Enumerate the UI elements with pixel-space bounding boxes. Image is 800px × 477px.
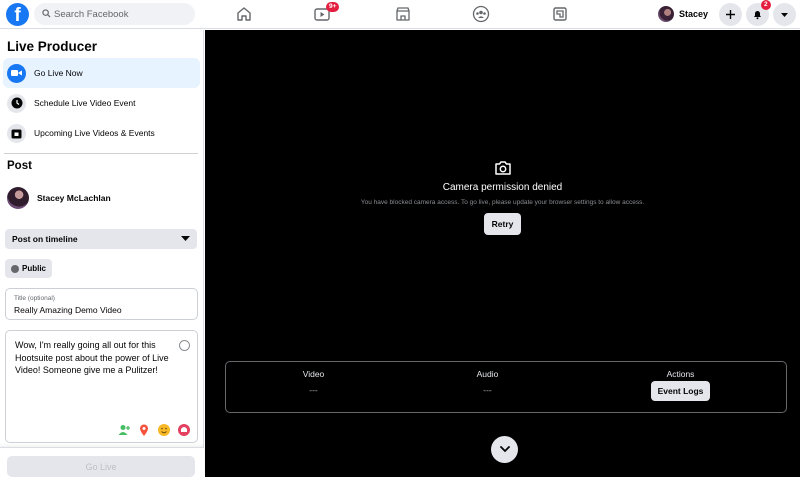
location-pin-icon[interactable] (137, 423, 151, 437)
audio-stat-label: Audio (476, 369, 499, 379)
caret-down-icon (781, 13, 788, 17)
post-section-title: Post (7, 160, 32, 172)
video-preview-area: Camera permission denied You have blocke… (205, 30, 800, 477)
audience-label: Public (22, 264, 47, 273)
notifications-badge: 2 (761, 0, 771, 10)
account-menu-button[interactable] (773, 3, 796, 26)
author-name: Stacey McLachlan (37, 193, 111, 203)
retry-button[interactable]: Retry (483, 213, 522, 235)
support-icon[interactable] (177, 423, 191, 437)
divider (4, 153, 198, 154)
scroll-down-button[interactable] (491, 436, 518, 463)
profile-shortcut[interactable]: Stacey (658, 5, 708, 23)
plus-icon (726, 10, 735, 19)
clock-icon (7, 93, 26, 113)
gaming-icon[interactable] (551, 5, 569, 23)
permission-subtitle: You have blocked camera access. To go li… (360, 199, 645, 206)
post-destination-select[interactable]: Post on timeline (5, 229, 197, 249)
marketplace-icon[interactable] (394, 5, 412, 23)
sidebar-item-label: Schedule Live Video Event (34, 98, 136, 108)
sidebar-item-label: Upcoming Live Videos & Events (34, 128, 155, 138)
calendar-icon (7, 123, 26, 143)
sidebar-item-go-live-now[interactable]: Go Live Now (3, 58, 200, 88)
profile-name: Stacey (679, 9, 709, 19)
camera-icon (494, 161, 511, 175)
sidebar-title: Live Producer (7, 39, 98, 54)
avatar (658, 6, 674, 22)
chevron-down-icon (499, 446, 510, 453)
title-field-label: Title (optional) (14, 295, 55, 302)
tag-people-icon[interactable] (117, 423, 131, 437)
audience-selector[interactable]: Public (5, 259, 53, 278)
permission-title: Camera permission denied (442, 182, 563, 193)
actions-stat: Actions Event Logs (593, 362, 768, 401)
post-author: Stacey McLachlan (7, 187, 111, 209)
search-input[interactable] (54, 3, 189, 25)
camera-permission-message: Camera permission denied You have blocke… (205, 160, 800, 235)
emoji-icon[interactable] (179, 340, 190, 351)
groups-icon[interactable] (472, 5, 490, 23)
watch-badge: 9+ (326, 2, 340, 12)
sidebar-footer: Go Live (0, 447, 204, 477)
home-icon[interactable] (235, 5, 253, 23)
description-text[interactable]: Wow, I'm really going all out for this H… (15, 339, 175, 377)
event-logs-button[interactable]: Event Logs (650, 381, 711, 401)
globe-icon (11, 264, 19, 273)
facebook-logo[interactable]: f (6, 3, 29, 26)
video-stat-value: --- (309, 385, 318, 395)
audio-stat: Audio --- (400, 362, 575, 395)
post-destination-value: Post on timeline (12, 234, 78, 244)
search-box[interactable] (34, 3, 195, 25)
bell-icon (754, 11, 761, 20)
search-icon (42, 9, 51, 18)
avatar (7, 187, 29, 209)
actions-label: Actions (666, 369, 695, 379)
audio-stat-value: --- (483, 385, 492, 395)
video-stat: Video --- (226, 362, 401, 395)
live-producer-sidebar: Live Producer Go Live Now Schedule Live … (0, 30, 204, 477)
caret-down-icon (181, 236, 190, 241)
description-field[interactable]: Wow, I'm really going all out for this H… (5, 330, 198, 443)
go-live-button[interactable]: Go Live (7, 456, 195, 477)
video-camera-icon (7, 63, 26, 83)
sidebar-item-schedule[interactable]: Schedule Live Video Event (3, 88, 200, 118)
sidebar-item-label: Go Live Now (34, 68, 83, 78)
sidebar-item-upcoming[interactable]: Upcoming Live Videos & Events (3, 118, 200, 148)
post-tools (117, 423, 191, 437)
video-stat-label: Video (302, 369, 325, 379)
top-navigation-bar: f 9+ Stacey 2 (0, 0, 800, 29)
stream-health-panel: Video --- Audio --- Actions Event Logs (225, 361, 787, 413)
create-button[interactable] (719, 3, 742, 26)
title-field-value[interactable]: Really Amazing Demo Video (14, 305, 122, 315)
title-field[interactable]: Title (optional) Really Amazing Demo Vid… (5, 288, 198, 320)
feeling-icon[interactable] (157, 423, 171, 437)
